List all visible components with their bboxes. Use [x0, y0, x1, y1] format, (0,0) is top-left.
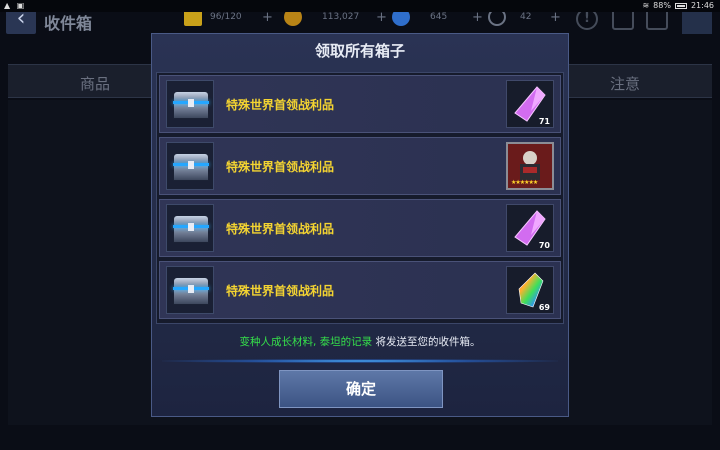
- add-energy-button[interactable]: +: [262, 10, 273, 25]
- page-title: 收件箱: [44, 14, 93, 33]
- add-timer-button[interactable]: +: [550, 10, 561, 25]
- status-notification-icons: ▲ ▣: [4, 1, 27, 10]
- wifi-icon: ≋: [642, 1, 650, 10]
- list-item: 特殊世界首领战利品 71: [159, 75, 561, 133]
- crystal-value: 645: [430, 12, 448, 22]
- add-gold-button[interactable]: +: [376, 10, 387, 25]
- battery-percent: 88%: [653, 1, 671, 10]
- purple-crystal-icon: 71: [506, 80, 554, 128]
- highlighted-items: 变种人成长材料, 泰坦的记录: [239, 336, 373, 348]
- reward-count: 71: [538, 117, 550, 126]
- dialog-title: 领取所有箱子: [314, 42, 405, 60]
- item-label: 特殊世界首领战利品: [226, 160, 335, 174]
- reward-count: 69: [538, 303, 550, 312]
- claim-all-dialog: 领取所有箱子 特殊世界首领战利品 71 特殊世界首领战利品 ★★★★★★ 特殊世…: [151, 33, 569, 417]
- chest-icon: [166, 266, 214, 314]
- tab-notes: 注意: [610, 75, 641, 93]
- rainbow-crystal-icon: 69: [506, 266, 554, 314]
- confirm-button[interactable]: 确定: [279, 370, 443, 408]
- battery-icon: [674, 2, 687, 9]
- dialog-message: 变种人成长材料, 泰坦的记录 将发送至您的收件箱。: [152, 334, 568, 349]
- chest-icon: [166, 80, 214, 128]
- gold-value: 113,027: [322, 12, 360, 22]
- clock: 21:46: [690, 1, 714, 10]
- tab-goods: 商品: [80, 75, 111, 93]
- list-item: 特殊世界首领战利品 70: [159, 199, 561, 257]
- list-item: 特殊世界首领战利品 69: [159, 261, 561, 319]
- system-status-bar: ▲ ▣ ≋ 88% 21:46: [0, 0, 720, 12]
- item-label: 特殊世界首领战利品: [226, 98, 335, 112]
- purple-crystal-icon: 70: [506, 204, 554, 252]
- timer-value: 42: [520, 12, 532, 22]
- item-label: 特殊世界首领战利品: [226, 222, 335, 236]
- chest-icon: [166, 204, 214, 252]
- star-rating-icon: ★★★★★★: [511, 179, 538, 186]
- divider: [162, 359, 558, 363]
- message-text: 将发送至您的收件箱。: [372, 336, 481, 348]
- add-crystal-button[interactable]: +: [472, 10, 483, 25]
- chest-icon: [166, 142, 214, 190]
- item-label: 特殊世界首领战利品: [226, 284, 335, 298]
- list-item: 特殊世界首领战利品 ★★★★★★: [159, 137, 561, 195]
- character-card-icon: ★★★★★★: [506, 142, 554, 190]
- reward-count: 70: [538, 241, 550, 250]
- energy-value: 96/120: [210, 12, 242, 22]
- reward-list: 特殊世界首领战利品 71 特殊世界首领战利品 ★★★★★★ 特殊世界首领战利品 …: [156, 72, 564, 324]
